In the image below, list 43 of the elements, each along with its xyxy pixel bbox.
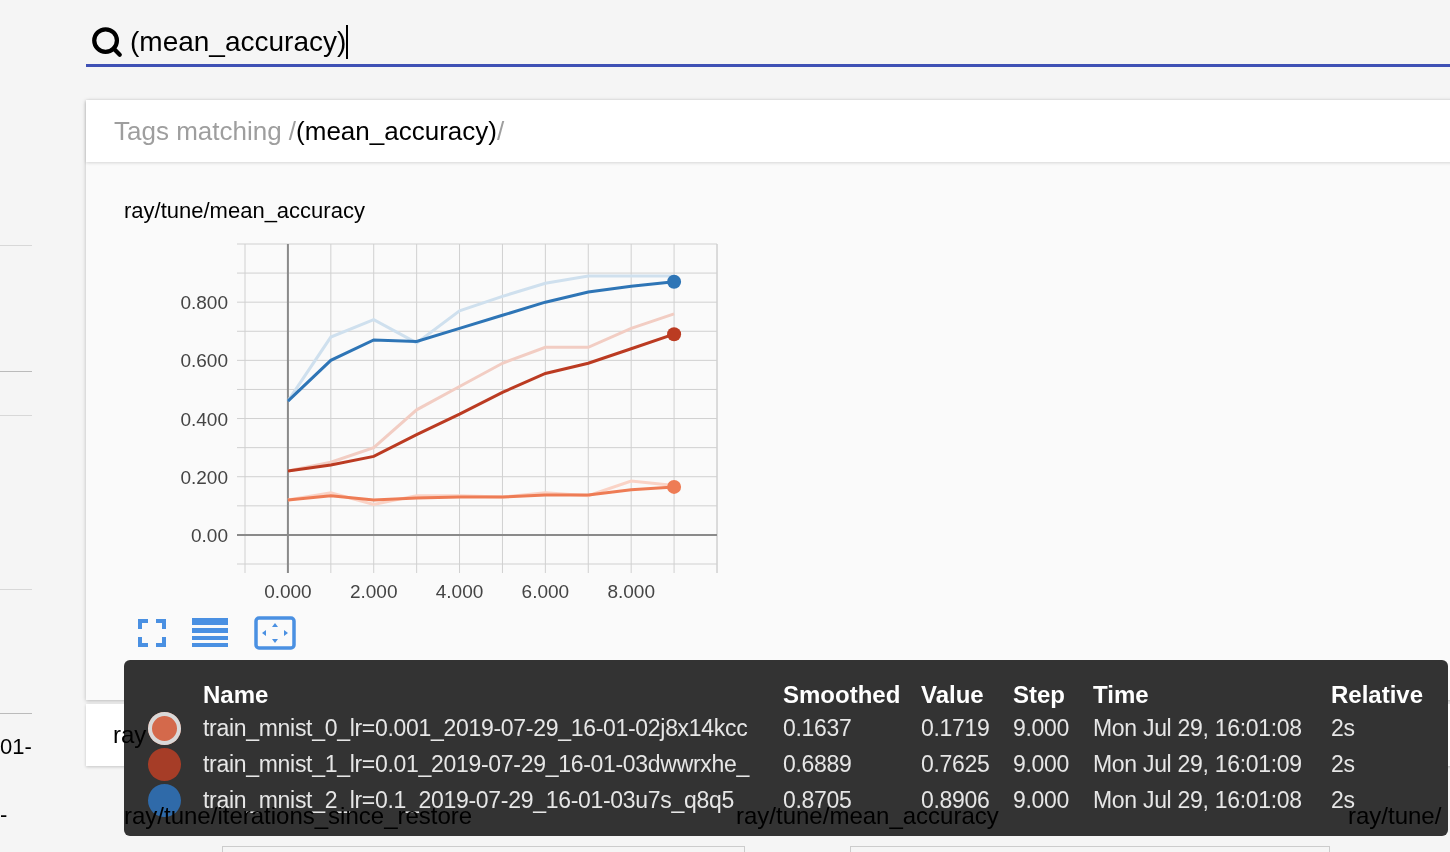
table-cell-text: 9.000 [1013, 788, 1071, 812]
search-icon [90, 25, 124, 59]
y-tick-label: 0.400 [180, 408, 228, 430]
table-cell-text: 9.000 [1013, 716, 1071, 740]
sidebar-text: 01- [0, 736, 32, 758]
table-cell-text: 0.1637 [783, 716, 853, 740]
table-cell-text: train_mnist_0_lr=0.001_2019-07-29_16-01-02j8x14kcc [203, 716, 749, 740]
column-header: Relative [1331, 680, 1425, 710]
y-tick-label: 0.800 [180, 292, 228, 314]
search-field[interactable]: (mean_accuracy) [86, 20, 1450, 67]
fit-to-screen-icon[interactable] [254, 616, 296, 650]
x-tick-label: 2.000 [349, 581, 398, 602]
table-cell-text: Mon Jul 29, 16:01:08 [1093, 788, 1303, 812]
x-tick-label: 8.000 [607, 581, 655, 602]
x-tick-label: 4.000 [435, 581, 484, 602]
list-icon[interactable] [192, 618, 228, 648]
table-cell-text: 9.000 [1013, 752, 1071, 776]
end-point-dot [667, 479, 682, 494]
table-cell-text: Mon Jul 29, 16:01:09 [1093, 752, 1303, 776]
y-tick-label: 0.600 [180, 350, 228, 372]
table-cell-text: 2s [1331, 752, 1356, 776]
table-cell-text: 0.8906 [921, 788, 990, 812]
end-point-dot [667, 274, 682, 289]
table-cell-text: Mon Jul 29, 16:01:08 [1093, 716, 1303, 740]
x-tick-label: 6.000 [521, 581, 570, 602]
table-cell-text: 0.6889 [783, 752, 853, 776]
table-cell-text: 2s [1331, 716, 1356, 740]
tags-matching-label: Tags matching /(mean_accuracy)/ [114, 114, 505, 148]
column-header: Time [1093, 680, 1150, 710]
table-cell-text: 0.1719 [921, 716, 991, 740]
x-tick-label: 0.000 [264, 581, 312, 602]
sidebar-text: - [0, 804, 9, 826]
column-header: Step [1013, 680, 1066, 710]
table-cell-text: train_mnist_1_lr=0.01_2019-07-29_16-01-03dwwrxhe_ [203, 752, 751, 776]
chart-title: ray/tune/mean_accuracy [124, 200, 366, 222]
y-tick-label: 0.00 [191, 524, 228, 546]
end-point-dot [667, 327, 682, 342]
column-header: Smoothed [783, 680, 902, 710]
column-header: Value [921, 680, 985, 710]
fullscreen-icon[interactable] [138, 619, 166, 647]
column-header: Name [203, 680, 270, 710]
y-tick-label: 0.200 [180, 466, 228, 488]
table-cell-text: 0.7625 [921, 752, 991, 776]
